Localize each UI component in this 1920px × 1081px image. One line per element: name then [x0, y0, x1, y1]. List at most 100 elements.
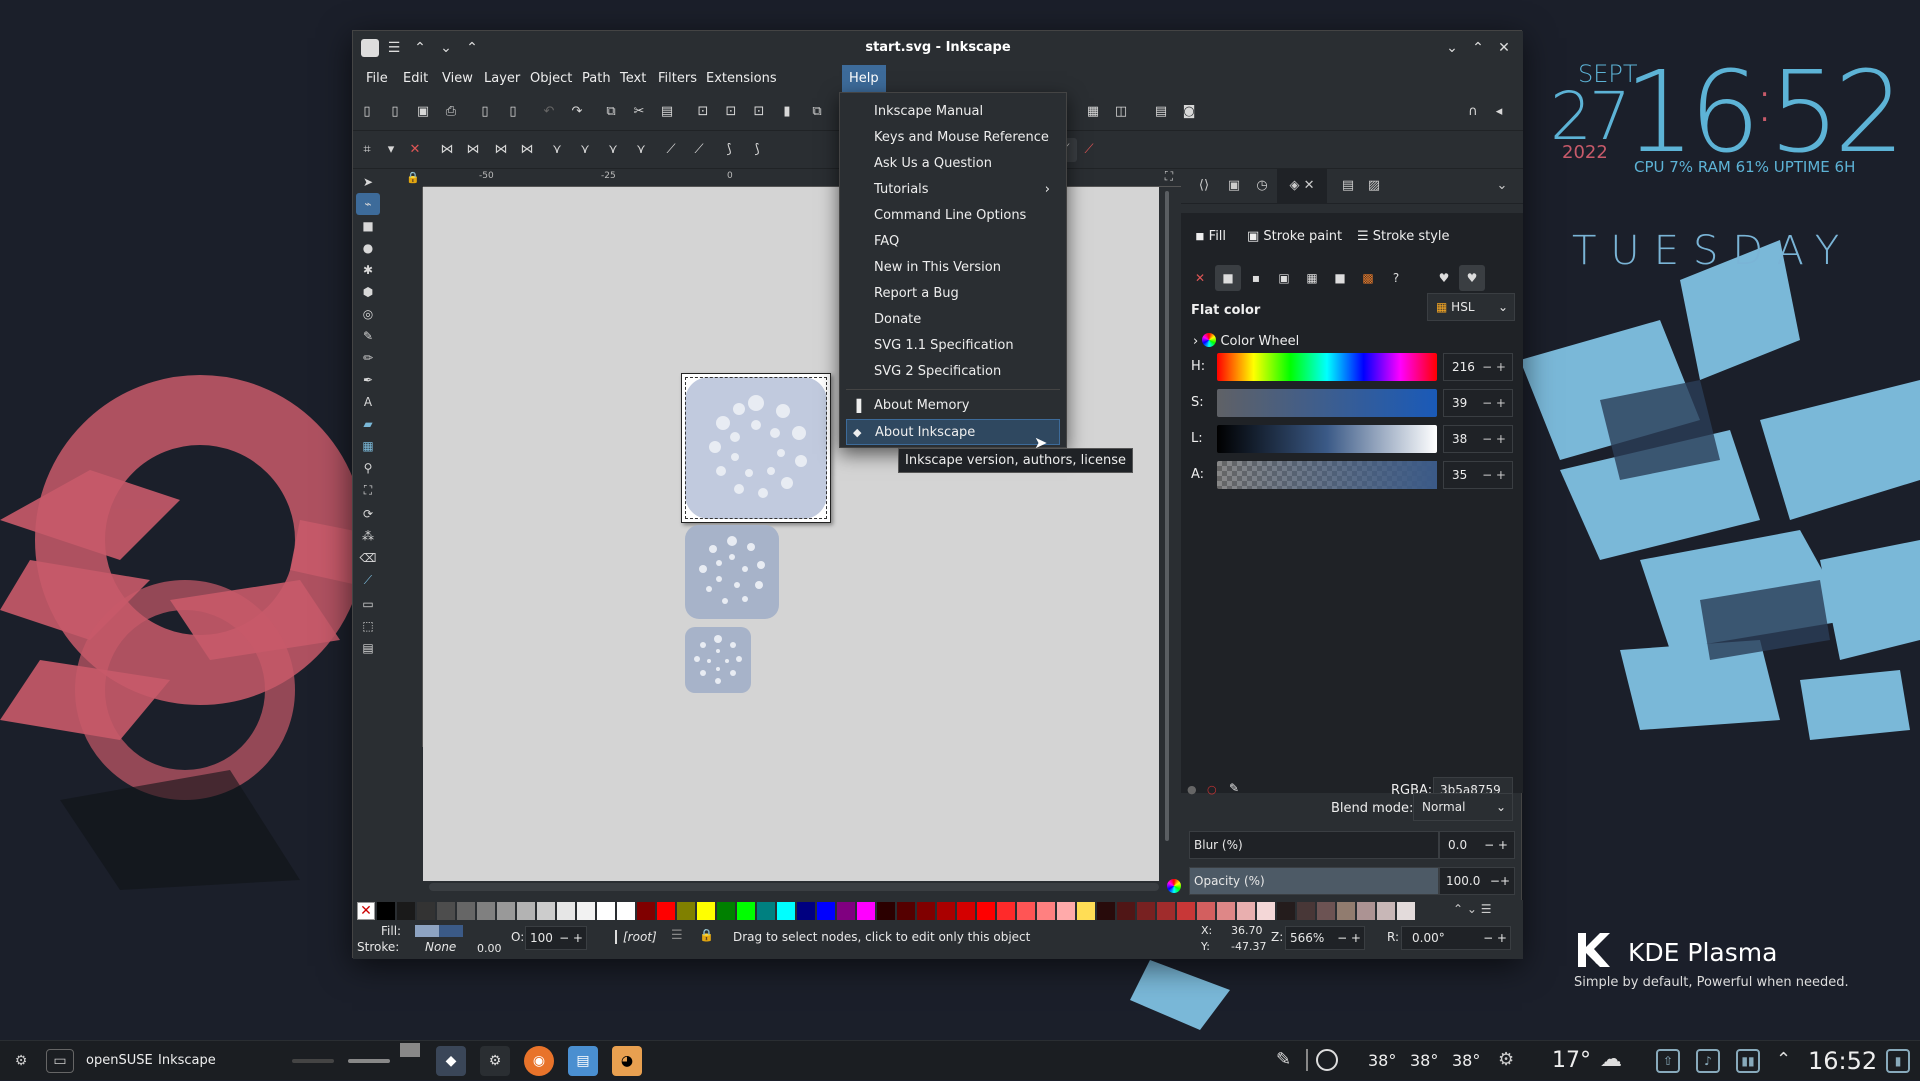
palette-swatch[interactable] — [837, 902, 855, 920]
palette-swatch[interactable] — [1397, 902, 1415, 920]
xml-editor-tab-icon[interactable]: ⟨⟩ — [1187, 169, 1221, 203]
taskbar-inkscape[interactable]: Inkscape — [158, 1041, 216, 1081]
circle-icon[interactable] — [1316, 1049, 1338, 1071]
segment-line-icon[interactable]: ⟋ — [659, 138, 683, 162]
snap-menu-icon[interactable]: ◂ — [1487, 100, 1511, 124]
ellipse-tool-icon[interactable]: ● — [356, 237, 380, 259]
bezier-tool-icon[interactable]: ✎ — [356, 325, 380, 347]
palette-swatch[interactable] — [617, 902, 635, 920]
star-tool-icon[interactable]: ✱ — [356, 259, 380, 281]
zoom-input[interactable]: 566% − + — [1285, 926, 1365, 950]
menu-text[interactable]: Text — [613, 65, 653, 93]
zoom-fit-icon[interactable]: ⛶ — [1159, 169, 1179, 187]
stepper-icon[interactable]: − + — [1337, 927, 1361, 949]
delete-segment-icon[interactable]: ⋈ — [515, 138, 539, 162]
palette-swatch[interactable] — [537, 902, 555, 920]
open-icon[interactable]: ▯ — [383, 100, 407, 124]
import-icon[interactable]: ▯ — [473, 100, 497, 124]
palette-swatch[interactable] — [497, 902, 515, 920]
palette-swatch[interactable] — [717, 902, 735, 920]
stepper-icon[interactable]: − + — [1483, 927, 1507, 949]
tab-stroke-style[interactable]: ☰ Stroke style — [1351, 225, 1456, 249]
alpha-input[interactable]: 35 − + — [1443, 461, 1513, 489]
history-tab-icon[interactable]: ◷ — [1245, 169, 1279, 203]
palette-swatch[interactable] — [377, 902, 395, 920]
color-managed-icon[interactable] — [1167, 879, 1181, 893]
node-symmetric-icon[interactable]: ⋎ — [601, 138, 625, 162]
no-paint-icon[interactable]: ✕ — [1187, 265, 1213, 291]
palette-swatch[interactable] — [417, 902, 435, 920]
color-mode-select[interactable]: ▦ HSL ⌄ — [1427, 293, 1515, 321]
minimize-button[interactable]: ⌄ — [1441, 37, 1463, 59]
palette-swatch[interactable] — [937, 902, 955, 920]
palette-swatch[interactable] — [1337, 902, 1355, 920]
titlebar[interactable]: ☰ ⌃ ⌄ ⌃ start.svg - Inkscape ⌄ ⌃ ✕ — [353, 31, 1523, 65]
taskbar-clock[interactable]: 16:52 — [1808, 1041, 1877, 1081]
lightness-slider[interactable] — [1217, 425, 1437, 453]
saturation-slider[interactable] — [1217, 389, 1437, 417]
mesh-tool-icon[interactable]: ▦ — [356, 435, 380, 457]
stroke-to-path-icon[interactable]: ⟆ — [745, 138, 769, 162]
palette-swatch[interactable] — [397, 902, 415, 920]
fill-indicator-swatch[interactable] — [415, 925, 463, 937]
stepper-icon[interactable]: − + — [1482, 462, 1506, 488]
palette-swatch[interactable] — [637, 902, 655, 920]
menu-about-inkscape[interactable]: ◆ About Inkscape — [846, 419, 1060, 445]
lightness-input[interactable]: 38 − + — [1443, 425, 1513, 453]
palette-swatch[interactable] — [1037, 902, 1055, 920]
rotation-input[interactable]: 0.00° − + — [1401, 926, 1511, 950]
virtual-desktop-3[interactable] — [400, 1043, 420, 1057]
menu-object[interactable]: Object — [523, 65, 579, 93]
blend-mode-select[interactable]: Normal ⌄ — [1413, 793, 1513, 821]
stepper-icon[interactable]: − + — [1482, 426, 1506, 452]
settings-task-icon[interactable]: ⚙ — [480, 1046, 510, 1076]
tab-fill[interactable]: ◾ Fill — [1189, 225, 1233, 249]
show-hidden-icons-icon[interactable]: ⌃ — [1776, 1049, 1791, 1070]
palette-swatch[interactable] — [877, 902, 895, 920]
snap-toggle-icon[interactable]: ∩ — [1461, 100, 1485, 124]
break-path-icon[interactable]: ⋈ — [461, 138, 485, 162]
panel-menu-icon[interactable]: ⌄ — [1485, 169, 1519, 203]
palette-swatch[interactable] — [1077, 902, 1095, 920]
pages-tool-icon[interactable]: ⬚ — [356, 615, 380, 637]
palette-swatch[interactable] — [557, 902, 575, 920]
pencil-tool-icon[interactable]: ✏ — [356, 347, 380, 369]
show-path-outline-icon[interactable]: ⟋ — [1077, 138, 1101, 162]
palette-swatch[interactable] — [1137, 902, 1155, 920]
window-list-icon[interactable]: ▭ — [46, 1049, 74, 1073]
delete-node-icon[interactable]: ✕ — [403, 138, 427, 162]
menu-filters[interactable]: Filters — [651, 65, 704, 93]
stepper-icon[interactable]: − + — [559, 927, 583, 949]
palette-scroll-icon[interactable]: ⌃ ⌄ ☰ — [1453, 902, 1492, 916]
palette-swatch[interactable] — [577, 902, 595, 920]
tab-stroke-paint[interactable]: ▣ Stroke paint — [1241, 225, 1348, 249]
palette-swatch[interactable] — [1117, 902, 1135, 920]
print-icon[interactable]: ⎙ — [439, 100, 463, 124]
spray-tool-icon[interactable]: ⁂ — [356, 525, 380, 547]
dropdown-icon[interactable]: ▾ — [379, 138, 403, 162]
pattern-icon[interactable]: ■ — [1327, 265, 1353, 291]
palette-swatch[interactable] — [517, 902, 535, 920]
current-layer[interactable]: [root] — [615, 930, 657, 944]
palette-swatch[interactable] — [1197, 902, 1215, 920]
zoom-page-icon[interactable]: ⊡ — [747, 100, 771, 124]
color-picker-icon[interactable]: ✎ — [1229, 781, 1247, 799]
inkscape-task-icon[interactable]: ◆ — [436, 1046, 466, 1076]
palette-swatch[interactable] — [1157, 902, 1175, 920]
join-segment-icon[interactable]: ⋈ — [489, 138, 513, 162]
pen-icon[interactable]: ✎ — [1276, 1049, 1291, 1070]
palette-swatch[interactable] — [917, 902, 935, 920]
unset-paint-icon[interactable]: ? — [1383, 265, 1409, 291]
object-to-path-icon[interactable]: ⟆ — [717, 138, 741, 162]
palette-swatch[interactable] — [1017, 902, 1035, 920]
node-auto-icon[interactable]: ⋎ — [629, 138, 653, 162]
tweak-tool-icon[interactable]: ⟳ — [356, 503, 380, 525]
save-icon[interactable]: ▣ — [411, 100, 435, 124]
app-launcher-icon[interactable]: ⚙ — [6, 1046, 36, 1076]
menu-layer[interactable]: Layer — [477, 65, 527, 93]
palette-swatch[interactable] — [437, 902, 455, 920]
palette-swatch[interactable] — [1377, 902, 1395, 920]
palette-swatch[interactable] — [777, 902, 795, 920]
menu-svg11-spec[interactable]: SVG 1.1 Specification — [846, 333, 1060, 359]
segment-curve-icon[interactable]: ⟋ — [687, 138, 711, 162]
